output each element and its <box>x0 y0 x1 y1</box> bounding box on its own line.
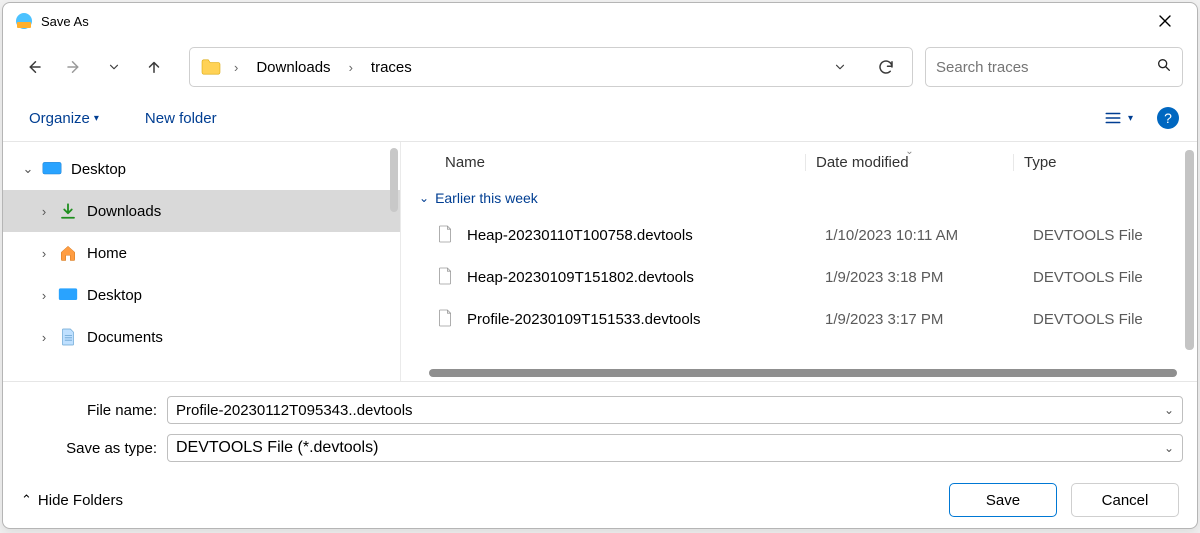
chevron-right-icon[interactable]: › <box>35 204 53 219</box>
file-group-header[interactable]: ⌄ Earlier this week <box>401 182 1197 214</box>
save-type-label: Save as type: <box>17 440 167 457</box>
chevron-right-icon: › <box>232 60 240 75</box>
file-row[interactable]: Profile-20230109T151533.devtools 1/9/202… <box>401 298 1197 340</box>
close-button[interactable] <box>1143 6 1187 36</box>
file-name-field-wrapper: ⌄ <box>167 396 1183 424</box>
refresh-button[interactable] <box>868 49 904 85</box>
recent-locations-button[interactable] <box>97 50 131 84</box>
view-options-button[interactable]: ▾ <box>1096 105 1141 131</box>
list-scrollbar-horizontal[interactable] <box>429 369 1177 377</box>
file-name-label: File name: <box>17 402 167 419</box>
command-bar: Organize ▾ New folder ▾ ? <box>3 95 1197 141</box>
column-header-date[interactable]: ⌄ Date modified <box>805 154 1013 171</box>
save-as-dialog: Save As › Downloads <box>2 2 1198 529</box>
breadcrumb-item[interactable]: Downloads <box>250 55 336 80</box>
file-name-history-button[interactable]: ⌄ <box>1164 403 1174 417</box>
tree-item-desktop[interactable]: › Desktop <box>3 274 400 316</box>
chevron-down-icon: ⌄ <box>419 191 429 205</box>
file-row[interactable]: Heap-20230109T151802.devtools 1/9/2023 3… <box>401 256 1197 298</box>
titlebar: Save As <box>3 3 1197 39</box>
documents-icon <box>57 326 79 348</box>
sort-indicator-icon: ⌄ <box>905 146 913 157</box>
file-list-pane: Name ⌄ Date modified Type ⌄ Earlier this… <box>401 142 1197 381</box>
column-headers: Name ⌄ Date modified Type <box>401 142 1197 182</box>
folder-icon <box>200 58 222 76</box>
file-icon <box>437 308 455 330</box>
nav-row: › Downloads › traces <box>3 39 1197 95</box>
file-fields: File name: ⌄ Save as type: DEVTOOLS File… <box>3 381 1197 472</box>
tree-item-downloads[interactable]: › Downloads <box>3 190 400 232</box>
download-icon <box>57 200 79 222</box>
chevron-right-icon: › <box>347 60 355 75</box>
hide-folders-toggle[interactable]: ⌃ Hide Folders <box>21 492 123 509</box>
tree-item-desktop-root[interactable]: ⌄ Desktop <box>3 148 400 190</box>
search-box[interactable] <box>925 47 1183 87</box>
chevron-up-icon: ⌃ <box>21 492 32 508</box>
search-icon[interactable] <box>1156 57 1172 78</box>
chevron-right-icon[interactable]: › <box>35 288 53 303</box>
chevron-down-icon: ⌄ <box>1164 441 1174 455</box>
file-name-input[interactable] <box>176 402 1174 419</box>
chevron-right-icon[interactable]: › <box>35 246 53 261</box>
tree-scrollbar[interactable] <box>390 148 398 212</box>
organize-menu[interactable]: Organize ▾ <box>21 104 107 133</box>
list-scrollbar-vertical[interactable] <box>1185 150 1194 350</box>
navigation-tree: ⌄ Desktop › Downloads › Home <box>3 142 401 381</box>
chevron-right-icon[interactable]: › <box>35 330 53 345</box>
forward-button[interactable] <box>57 50 91 84</box>
address-history-button[interactable] <box>822 49 858 85</box>
desktop-icon <box>41 158 63 180</box>
file-icon <box>437 224 455 246</box>
back-button[interactable] <box>17 50 51 84</box>
column-header-name[interactable]: Name <box>437 154 805 171</box>
home-icon <box>57 242 79 264</box>
breadcrumb-item[interactable]: traces <box>365 55 418 80</box>
file-icon <box>437 266 455 288</box>
search-input[interactable] <box>936 59 1148 76</box>
desktop-icon <box>57 284 79 306</box>
caret-down-icon: ▾ <box>1128 113 1133 124</box>
app-icon <box>15 12 33 30</box>
save-type-combo[interactable]: DEVTOOLS File (*.devtools) ⌄ <box>167 434 1183 462</box>
save-button[interactable]: Save <box>949 483 1057 517</box>
up-button[interactable] <box>137 50 171 84</box>
tree-item-documents[interactable]: › Documents <box>3 316 400 358</box>
column-header-type[interactable]: Type <box>1013 154 1197 171</box>
tree-item-home[interactable]: › Home <box>3 232 400 274</box>
chevron-down-icon[interactable]: ⌄ <box>19 161 37 177</box>
help-button[interactable]: ? <box>1157 107 1179 129</box>
window-title: Save As <box>41 14 89 29</box>
file-row[interactable]: Heap-20230110T100758.devtools 1/10/2023 … <box>401 214 1197 256</box>
cancel-button[interactable]: Cancel <box>1071 483 1179 517</box>
address-bar[interactable]: › Downloads › traces <box>189 47 913 87</box>
caret-down-icon: ▾ <box>94 113 99 124</box>
new-folder-button[interactable]: New folder <box>137 104 225 133</box>
dialog-footer: ⌃ Hide Folders Save Cancel <box>3 472 1197 528</box>
